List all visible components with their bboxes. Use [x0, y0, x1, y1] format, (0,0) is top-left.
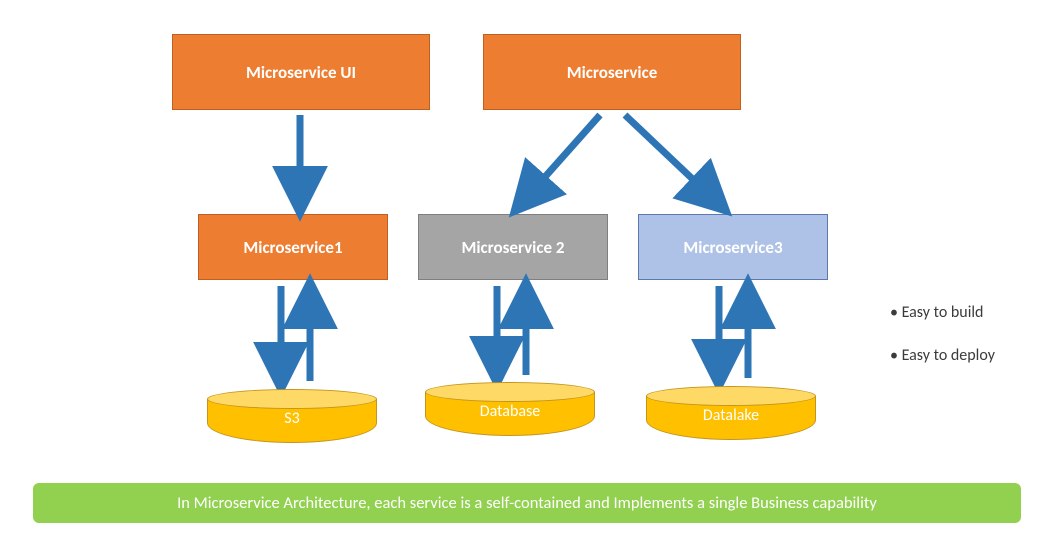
summary-banner: In Microservice Architecture, each servi…: [33, 483, 1021, 523]
s3-cylinder: S3: [207, 389, 377, 443]
datalake-cylinder: Datalake: [646, 386, 816, 440]
arrow-ms-to-ms3: [625, 115, 720, 205]
microservice3-box: Microservice3: [638, 214, 828, 280]
microservice-ui-box: Microservice UI: [172, 34, 430, 110]
microservice1-box: Microservice1: [198, 214, 388, 280]
bullet-easy-build: Easy to build: [890, 303, 995, 322]
s3-label: S3: [207, 409, 377, 428]
arrow-ms-to-ms2: [520, 115, 600, 205]
bullet-easy-deploy: Easy to deploy: [890, 346, 995, 365]
database-label: Database: [425, 402, 595, 421]
datalake-label: Datalake: [646, 406, 816, 425]
microservice-box: Microservice: [483, 34, 741, 110]
microservice2-box: Microservice 2: [418, 214, 608, 280]
benefits-list: Easy to build Easy to deploy: [890, 303, 995, 389]
database-cylinder: Database: [425, 382, 595, 436]
